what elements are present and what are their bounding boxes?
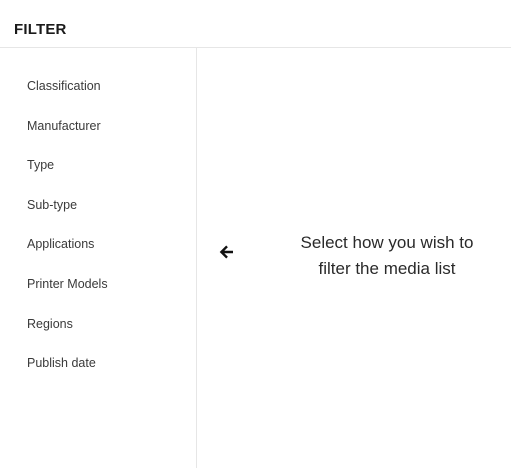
filter-item-sub-type[interactable]: Sub-type — [0, 197, 196, 237]
filter-sidebar: Classification Manufacturer Type Sub-typ… — [0, 48, 197, 468]
filter-item-type[interactable]: Type — [0, 157, 196, 197]
empty-state-line-2: filter the media list — [318, 259, 456, 278]
filter-panel: FILTER Classification Manufacturer Type … — [0, 0, 511, 468]
arrow-left-icon — [219, 245, 233, 259]
filter-item-label: Sub-type — [27, 197, 78, 212]
filter-item-label: Type — [27, 158, 55, 173]
filter-header: FILTER — [0, 0, 511, 48]
filter-category-list: Classification Manufacturer Type Sub-typ… — [0, 78, 196, 395]
filter-content-area: Select how you wish to filter the media … — [197, 48, 511, 468]
filter-item-label: Classification — [27, 79, 101, 93]
filter-item-applications[interactable]: Applications — [0, 236, 196, 276]
filter-item-label: Regions — [27, 316, 73, 331]
filter-item-regions[interactable]: Regions — [0, 316, 196, 356]
filter-item-classification[interactable]: Classification — [0, 78, 196, 118]
filter-item-label: Printer Models — [27, 276, 108, 291]
page-title: FILTER — [14, 21, 67, 38]
filter-item-label: Applications — [27, 237, 95, 252]
filter-item-label: Publish date — [27, 356, 96, 371]
empty-state-message: Select how you wish to filter the media … — [265, 230, 509, 282]
filter-item-printer-models[interactable]: Printer Models — [0, 276, 196, 316]
empty-state-line-1: Select how you wish to — [300, 233, 474, 252]
filter-item-publish-date[interactable]: Publish date — [0, 355, 196, 395]
filter-item-label: Manufacturer — [27, 118, 101, 133]
filter-item-manufacturer[interactable]: Manufacturer — [0, 118, 196, 158]
